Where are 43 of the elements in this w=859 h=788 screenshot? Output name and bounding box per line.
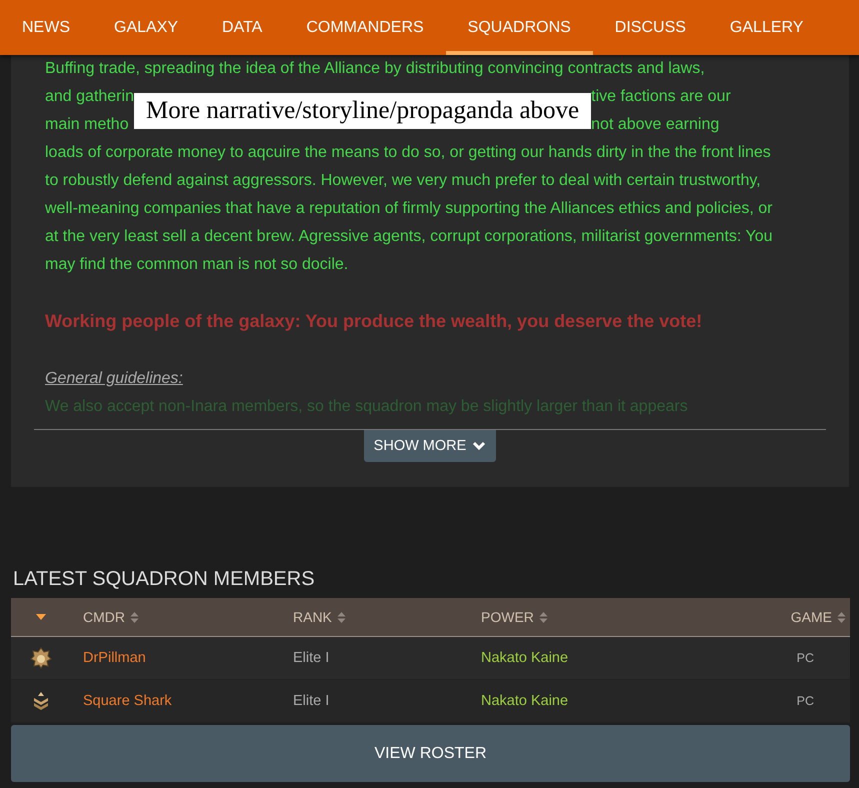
- rank-text: Elite I: [293, 650, 330, 666]
- rank-text: Elite I: [293, 693, 330, 709]
- column-label: RANK: [293, 609, 332, 625]
- rank-chevrons-icon: [33, 691, 49, 711]
- nav-tab[interactable]: GALAXY: [92, 0, 200, 55]
- commander-link[interactable]: DrPillman: [83, 650, 146, 666]
- sort-icon: [130, 610, 139, 624]
- view-roster-button[interactable]: VIEW ROSTER: [11, 725, 850, 782]
- power-text: Nakato Kaine: [481, 693, 568, 709]
- description-text: tive factions are our: [591, 87, 731, 107]
- column-header-cell[interactable]: POWER: [469, 598, 719, 637]
- platform-text: PC: [796, 651, 814, 665]
- nav-tab[interactable]: NEWS: [0, 0, 92, 55]
- nav-tab[interactable]: COMMANDERS: [284, 0, 446, 55]
- caret-down-icon: [36, 614, 46, 620]
- commander-link[interactable]: Square Shark: [83, 693, 172, 709]
- rank-badge-icon: [30, 647, 52, 669]
- sort-icon: [336, 610, 346, 624]
- slogan-text: Working people of the galaxy: You produce the wealth, you deserve the vote!: [45, 310, 704, 333]
- description-text: main metho: [45, 115, 130, 135]
- nav-tab[interactable]: GALLERY: [708, 0, 826, 55]
- nav-tab[interactable]: DISCUSS: [592, 0, 708, 55]
- column-header-cell[interactable]: GAME: [719, 598, 850, 637]
- column-label: GAME: [790, 609, 832, 625]
- description-text: and gatherin: [45, 87, 134, 107]
- description-paragraph: loads of corporate money to aqcuire the means to do so, or getting our hands dirty in the the front lines to robustly defend against aggressors. However, we very much prefer to deal with certain trustworthy, well-meaning companies that have a reputation of firmly supporting the Alliances ethics and policies, or at the very least sell a decent brew. Agressive agents, corrupt corporations, militarist governments: You may find the common man is not so docile.: [45, 143, 774, 275]
- section-title: LATEST SQUADRON MEMBERS: [13, 567, 316, 592]
- column-label: POWER: [481, 609, 534, 625]
- column-label: CMDR: [83, 609, 125, 625]
- sort-icon: [538, 610, 548, 624]
- description-text: Buffing trade, spreading the idea of the Alliance by distributing convincing contracts and laws,: [45, 59, 706, 79]
- column-header-cell[interactable]: CMDR: [71, 598, 281, 637]
- guidelines-heading: General guidelines:: [45, 369, 184, 389]
- column-header[interactable]: [11, 598, 71, 637]
- show-more-button[interactable]: SHOW MORE: [364, 430, 496, 462]
- description-text: not above earning: [591, 115, 720, 135]
- sort-icon: [837, 610, 846, 624]
- column-header-cell[interactable]: RANK: [281, 598, 469, 637]
- annotation-label: More narrative/storyline/propaganda above: [134, 93, 592, 129]
- power-text: Nakato Kaine: [481, 650, 568, 666]
- chevron-down-icon: [472, 441, 486, 451]
- platform-text: PC: [796, 694, 814, 708]
- nav-tab[interactable]: DATA: [200, 0, 284, 55]
